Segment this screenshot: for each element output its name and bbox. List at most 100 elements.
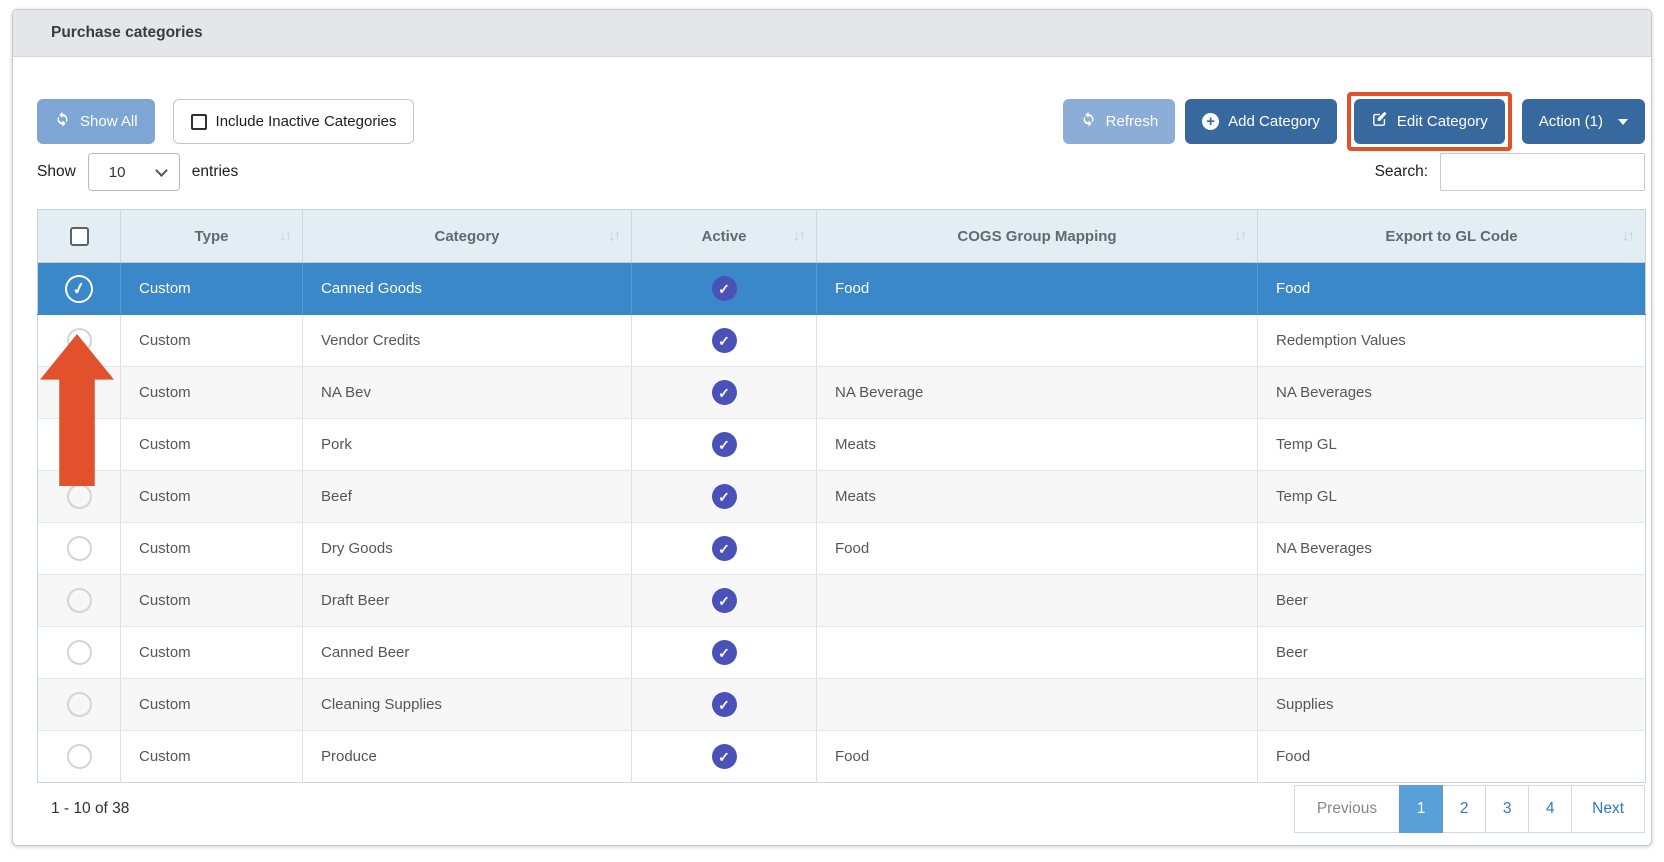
cogs-group-mapping-cell: [817, 679, 1258, 731]
row-radio[interactable]: [67, 328, 92, 353]
export-to-gl-code-cell: Food: [1258, 263, 1646, 315]
type-cell: Custom: [121, 731, 303, 783]
row-select-cell[interactable]: [38, 315, 121, 367]
action-button[interactable]: Action (1): [1522, 99, 1645, 144]
column-label: COGS Group Mapping: [957, 228, 1116, 245]
edit-category-highlight-box: Edit Category: [1347, 92, 1512, 151]
table-header: Type ↓↑ Category ↓↑ Active ↓↑ COGS Group…: [38, 210, 1646, 263]
column-header-category[interactable]: Category ↓↑: [303, 210, 632, 263]
column-header-cogs-group-mapping[interactable]: COGS Group Mapping ↓↑: [817, 210, 1258, 263]
sort-icon[interactable]: ↓↑: [608, 228, 619, 245]
type-cell: Custom: [121, 419, 303, 471]
pagination-next[interactable]: Next: [1571, 785, 1645, 833]
table-row[interactable]: CustomVendor Credits✓Redemption Values: [38, 315, 1646, 367]
active-check-icon: ✓: [712, 536, 737, 561]
column-header-export-to-gl-code[interactable]: Export to GL Code ↓↑: [1258, 210, 1646, 263]
active-check-icon: ✓: [712, 484, 737, 509]
category-cell: Pork: [303, 419, 632, 471]
row-select-cell[interactable]: [38, 627, 121, 679]
column-header-type[interactable]: Type ↓↑: [121, 210, 303, 263]
row-select-cell[interactable]: [38, 471, 121, 523]
column-header-active[interactable]: Active ↓↑: [632, 210, 817, 263]
include-inactive-checkbox-icon: [191, 114, 207, 130]
caret-down-icon: [1618, 119, 1628, 125]
show-all-button[interactable]: Show All: [37, 99, 155, 144]
row-radio[interactable]: [67, 588, 92, 613]
pagination-page-2[interactable]: 2: [1442, 785, 1486, 833]
sort-icon[interactable]: ↓↑: [1622, 228, 1633, 245]
select-all-checkbox[interactable]: [70, 227, 89, 246]
row-select-cell[interactable]: [38, 679, 121, 731]
search-input[interactable]: [1440, 153, 1645, 191]
row-radio[interactable]: [67, 380, 92, 405]
type-cell: Custom: [121, 471, 303, 523]
type-cell: Custom: [121, 575, 303, 627]
table-row[interactable]: CustomProduce✓FoodFood: [38, 731, 1646, 783]
row-select-cell[interactable]: ✓: [38, 263, 121, 315]
entries-control: Show 10 entries: [37, 153, 238, 191]
export-to-gl-code-cell: Redemption Values: [1258, 315, 1646, 367]
type-cell: Custom: [121, 523, 303, 575]
type-cell: Custom: [121, 679, 303, 731]
show-all-label: Show All: [80, 113, 138, 130]
row-radio-checked-icon[interactable]: ✓: [62, 272, 95, 305]
search-control: Search:: [1375, 153, 1645, 191]
table-row[interactable]: ✓CustomCanned Goods✓FoodFood: [38, 263, 1646, 315]
export-to-gl-code-cell: Beer: [1258, 575, 1646, 627]
table-row[interactable]: CustomCleaning Supplies✓Supplies: [38, 679, 1646, 731]
sort-icon[interactable]: ↓↑: [1234, 228, 1245, 245]
entries-select[interactable]: 10: [88, 153, 180, 191]
cogs-group-mapping-cell: Meats: [817, 419, 1258, 471]
active-cell: ✓: [632, 419, 817, 471]
add-category-button[interactable]: + Add Category: [1185, 99, 1337, 144]
table-row[interactable]: CustomCanned Beer✓Beer: [38, 627, 1646, 679]
category-cell: Draft Beer: [303, 575, 632, 627]
row-radio[interactable]: [67, 692, 92, 717]
panel-titlebar: Purchase categories: [13, 10, 1651, 57]
include-inactive-label: Include Inactive Categories: [216, 113, 397, 130]
include-inactive-button[interactable]: Include Inactive Categories: [173, 99, 415, 144]
pagination-page-3[interactable]: 3: [1485, 785, 1529, 833]
column-label: Export to GL Code: [1385, 228, 1517, 245]
active-cell: ✓: [632, 367, 817, 419]
edit-category-button[interactable]: Edit Category: [1354, 99, 1505, 144]
row-select-cell[interactable]: [38, 523, 121, 575]
cogs-group-mapping-cell: [817, 627, 1258, 679]
table-row[interactable]: CustomPork✓MeatsTemp GL: [38, 419, 1646, 471]
row-select-cell[interactable]: [38, 731, 121, 783]
active-check-icon: ✓: [712, 692, 737, 717]
refresh-label: Refresh: [1106, 113, 1159, 130]
row-radio[interactable]: [67, 536, 92, 561]
plus-circle-icon: +: [1202, 113, 1219, 130]
table-row[interactable]: CustomDry Goods✓FoodNA Beverages: [38, 523, 1646, 575]
export-to-gl-code-cell: Food: [1258, 731, 1646, 783]
row-select-cell[interactable]: [38, 367, 121, 419]
refresh-button[interactable]: Refresh: [1063, 99, 1176, 144]
cogs-group-mapping-cell: Food: [817, 523, 1258, 575]
select-all-header-cell[interactable]: [38, 210, 121, 263]
pagination-page-4[interactable]: 4: [1528, 785, 1572, 833]
cogs-group-mapping-cell: Meats: [817, 471, 1258, 523]
add-category-label: Add Category: [1228, 113, 1320, 130]
show-label: Show: [37, 163, 76, 181]
active-cell: ✓: [632, 471, 817, 523]
cogs-group-mapping-cell: NA Beverage: [817, 367, 1258, 419]
table-row[interactable]: CustomBeef✓MeatsTemp GL: [38, 471, 1646, 523]
row-radio[interactable]: [67, 432, 92, 457]
row-radio[interactable]: [67, 744, 92, 769]
sort-icon[interactable]: ↓↑: [279, 228, 290, 245]
row-select-cell[interactable]: [38, 575, 121, 627]
table-row[interactable]: CustomNA Bev✓NA BeverageNA Beverages: [38, 367, 1646, 419]
row-radio[interactable]: [67, 484, 92, 509]
table-footer: 1 - 10 of 38 Previous1234Next: [37, 785, 1645, 833]
sort-icon[interactable]: ↓↑: [793, 228, 804, 245]
results-range: 1 - 10 of 38: [51, 800, 129, 818]
table-row[interactable]: CustomDraft Beer✓Beer: [38, 575, 1646, 627]
row-radio[interactable]: [67, 640, 92, 665]
active-check-icon: ✓: [712, 328, 737, 353]
type-cell: Custom: [121, 627, 303, 679]
pagination-page-1[interactable]: 1: [1399, 785, 1443, 833]
row-select-cell[interactable]: [38, 419, 121, 471]
export-to-gl-code-cell: Supplies: [1258, 679, 1646, 731]
pagination-previous[interactable]: Previous: [1294, 785, 1400, 833]
